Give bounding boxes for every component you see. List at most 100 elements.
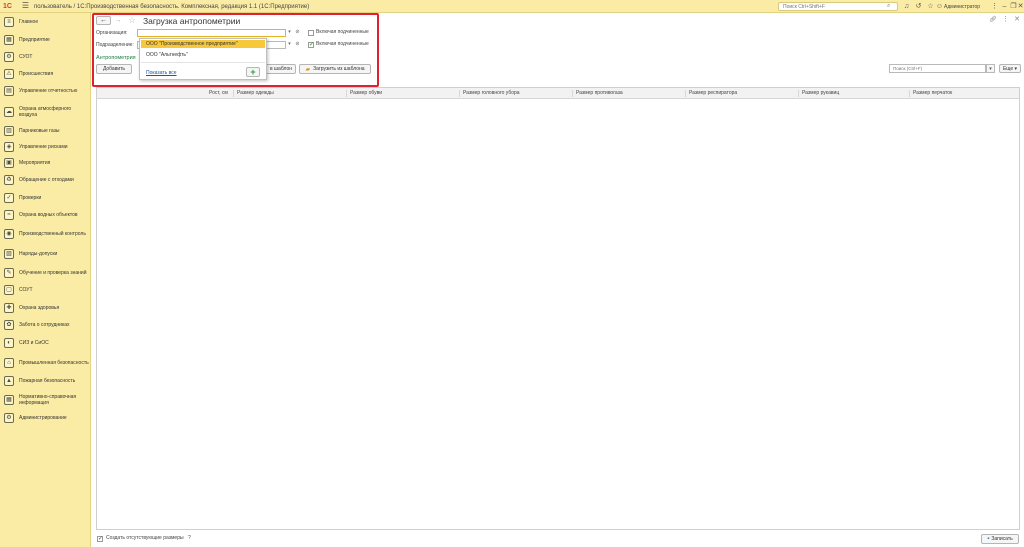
user-icon[interactable]: ☺ (935, 2, 944, 11)
column-header[interactable]: Размер обуви (350, 88, 382, 99)
more-button[interactable]: Еще ▾ (999, 64, 1021, 73)
dropdown-item[interactable]: ООО "Альтнефть" (141, 51, 265, 59)
sidebar-item-icon: ▦ (4, 35, 14, 45)
sidebar-item-icon: ◈ (4, 142, 14, 152)
close-icon[interactable]: ✕ (1013, 16, 1021, 24)
sidebar-item[interactable]: ▲ Пожарная безопасность (0, 376, 91, 386)
table-search-input[interactable] (893, 65, 973, 72)
back-button[interactable]: ← (96, 16, 111, 25)
column-separator[interactable] (572, 90, 573, 97)
sidebar-item-label: Обучение и проверка знаний (19, 270, 87, 276)
window-close-icon[interactable]: ✕ (1016, 2, 1024, 11)
history-icon[interactable]: ↺ (914, 2, 923, 11)
sidebar-item-icon: ▢ (4, 285, 14, 295)
sidebar-item-label: Управление отчетностью (19, 88, 78, 94)
column-separator[interactable] (798, 90, 799, 97)
sidebar-item-label: Охрана атмосферного воздуха (19, 106, 72, 118)
org-label: Организация: (96, 30, 128, 36)
sidebar-item[interactable]: ⚙ СУОТ (0, 52, 91, 62)
dropdown-item[interactable]: ООО "Производственное предприятие" (141, 40, 265, 48)
user-name[interactable]: Администратор (944, 3, 988, 11)
link-icon[interactable]: 🔗︎ (989, 16, 997, 24)
column-header[interactable]: Размер рукавиц (802, 88, 839, 99)
sidebar-item-label: Парниковые газы (19, 128, 60, 134)
star-icon[interactable]: ☆ (926, 2, 935, 11)
sidebar-item[interactable]: ▦ Предприятие (0, 35, 91, 45)
forward-button[interactable]: → (112, 16, 124, 25)
sidebar-item-label: Нормативно-справочная информация (19, 394, 77, 406)
sidebar-item-icon: ≡ (4, 17, 14, 27)
chevron-down-icon[interactable]: ▾ (286, 41, 293, 49)
minimize-icon[interactable]: – (1000, 2, 1009, 11)
chevron-down-icon[interactable]: ▾ (286, 29, 293, 37)
kebab-menu-icon[interactable]: ⋮ (1002, 16, 1009, 24)
global-search[interactable]: ⌕ (778, 2, 898, 11)
help-mark[interactable]: ? (188, 535, 191, 541)
sidebar-item[interactable]: ≈ Охрана водных объектов (0, 210, 91, 220)
column-header[interactable]: Размер головного убора (463, 88, 520, 99)
sidebar-item-icon: ▥ (4, 126, 14, 136)
dropdown-add-button[interactable]: + (246, 67, 260, 77)
sidebar-item[interactable]: ▦ Нормативно-справочная информация (0, 393, 91, 407)
sidebar-item[interactable]: ≡ Главное (0, 17, 91, 27)
column-separator[interactable] (909, 90, 910, 97)
sidebar-item[interactable]: ✓ Проверки (0, 193, 91, 203)
sidebar-item[interactable]: ☁ Охрана атмосферного воздуха (0, 105, 91, 119)
column-separator[interactable] (685, 90, 686, 97)
sidebar-item[interactable]: ✿ Забота о сотрудниках (0, 320, 91, 330)
column-header[interactable]: Размер одежды (237, 88, 274, 99)
global-search-input[interactable] (783, 3, 887, 10)
sidebar-item-label: Пожарная безопасность (19, 378, 76, 384)
search-icon[interactable]: ⌕ (887, 3, 895, 10)
sidebar-item[interactable]: ✚ Охрана здоровья (0, 303, 91, 313)
add-button[interactable]: Добавить (96, 64, 132, 74)
sidebar-item-icon: ▣ (4, 158, 14, 168)
sidebar-item-label: Производственный контроль (19, 231, 86, 237)
column-separator[interactable] (233, 90, 234, 97)
sidebar-item[interactable]: ⚠ Происшествия (0, 69, 91, 79)
include-sub-checkbox-2[interactable]: ✓ (308, 42, 314, 48)
sidebar-item-icon: ✎ (4, 268, 14, 278)
sidebar-item-icon: ⚠ (4, 69, 14, 79)
save-button[interactable]: ▪ Записать (981, 534, 1019, 544)
column-header[interactable]: Размер перчаток (913, 88, 952, 99)
open-link-icon[interactable]: ⊘ (294, 41, 301, 49)
chevron-down-icon[interactable]: ▾ (986, 64, 995, 73)
sidebar-item[interactable]: ▣ Мероприятия (0, 158, 91, 168)
column-header[interactable]: Рост, см (209, 88, 228, 99)
open-link-icon[interactable]: ⊘ (294, 29, 301, 37)
table-header: Рост, см Размер одежды Размер обуви Размер … (97, 88, 1019, 99)
column-separator[interactable] (346, 90, 347, 97)
sidebar-item-label: Происшествия (19, 71, 54, 77)
sidebar-item[interactable]: ▢ СОУТ (0, 285, 91, 295)
table-search[interactable] (889, 64, 986, 73)
more-icon[interactable]: ⋮ (990, 2, 999, 11)
sidebar-item[interactable]: ⌂ Промышленная безопасность (0, 356, 91, 370)
column-separator[interactable] (459, 90, 460, 97)
sidebar-item[interactable]: ◐ СИЗ и СиОС (0, 338, 91, 348)
sidebar-item[interactable]: ◉ Производственный контроль (0, 227, 91, 241)
include-sub-label-2: Включая подчиненные (316, 41, 369, 47)
sidebar-item-label: Охрана водных объектов (19, 212, 78, 218)
sidebar-item[interactable]: ⚙ Администрирование (0, 413, 91, 423)
sidebar-item[interactable]: ▤ Управление отчетностью (0, 86, 91, 96)
create-missing-checkbox[interactable]: ✓ (97, 536, 103, 542)
sidebar-item-icon: ☁ (4, 107, 14, 117)
favorite-star-icon[interactable]: ☆ (128, 15, 138, 25)
column-header[interactable]: Размер респиратора (689, 88, 737, 99)
column-header[interactable]: Размер противогаза (576, 88, 623, 99)
sidebar-item[interactable]: ✎ Обучение и проверка знаний (0, 266, 91, 280)
load-template-label: Загрузить из шаблона (313, 66, 365, 72)
sidebar-item-icon: ⚙ (4, 52, 14, 62)
show-all-link[interactable]: Показать все (146, 69, 186, 77)
menu-icon[interactable]: ☰ (21, 2, 30, 11)
load-template-button[interactable]: ▰ Загрузить из шаблона (299, 64, 371, 74)
sidebar-item[interactable]: ▥ Парниковые газы (0, 126, 91, 136)
data-table[interactable]: Рост, см Размер одежды Размер обуви Размер … (96, 87, 1020, 530)
include-sub-checkbox-1[interactable] (308, 30, 314, 36)
bell-icon[interactable]: ♫ (902, 2, 911, 11)
sidebar-item[interactable]: ♻ Обращение с отходами (0, 175, 91, 185)
org-field[interactable] (137, 29, 286, 37)
sidebar-item[interactable]: ◈ Управление рисками (0, 142, 91, 152)
sidebar-item[interactable]: ▧ Наряды-допуски (0, 249, 91, 259)
